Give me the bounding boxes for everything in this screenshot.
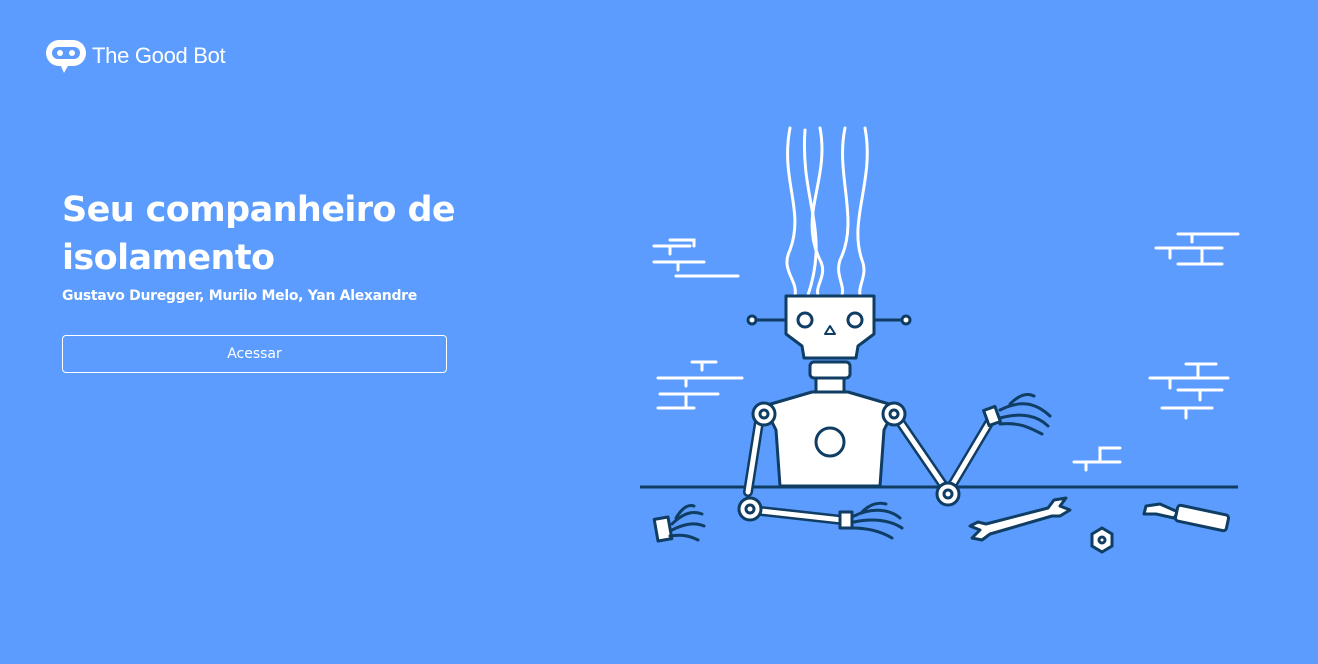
access-button[interactable]: Acessar	[62, 335, 447, 373]
brand-name: The Good Bot	[92, 43, 226, 68]
broken-robot-illustration	[640, 126, 1240, 554]
chat-robot-icon	[46, 40, 86, 73]
hero-authors: Gustavo Duregger, Murilo Melo, Yan Alexa…	[62, 288, 417, 304]
hero-title: Seu companheiro de isolamento	[62, 190, 456, 278]
landing-page: The Good Bot Seu companheiro de isolamen…	[0, 0, 1318, 664]
hero-section: Seu companheiro de isolamento Gustavo Du…	[62, 186, 462, 304]
brand-link[interactable]: The Good Bot	[44, 36, 226, 76]
